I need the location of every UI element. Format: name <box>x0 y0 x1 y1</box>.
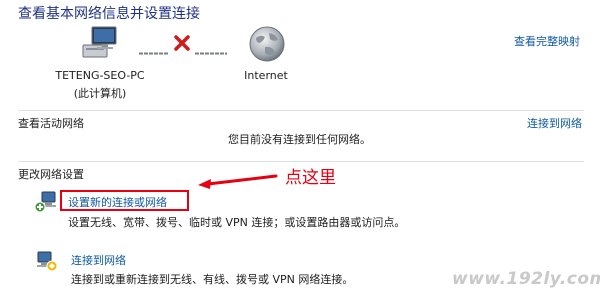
active-networks-status: 您目前没有连接到任何网络。 <box>228 133 371 146</box>
watermark: www.192ly.com <box>452 269 600 289</box>
new-connection-icon <box>34 189 58 213</box>
annotation-text: 点这里 <box>285 168 336 188</box>
setup-new-connection-description: 设置无线、宽带、拨号、临时或 VPN 连接；或设置路由器或访问点。 <box>68 216 406 229</box>
connect-network-description: 连接到或重新连接到无线、有线、拨号或 VPN 网络连接。 <box>71 273 354 286</box>
change-settings-label: 更改网络设置 <box>18 168 84 181</box>
annotation-arrow <box>196 172 278 190</box>
computer-name-label: TETENG-SEO-PC <box>55 69 145 82</box>
divider-top <box>18 110 584 111</box>
connection-line-right <box>195 41 227 55</box>
globe-icon <box>247 24 287 64</box>
computer-sub-label: (此计算机) <box>73 87 127 100</box>
setup-new-connection-link[interactable]: 设置新的连接或网络 <box>68 194 167 210</box>
active-networks-label: 查看活动网络 <box>18 117 84 130</box>
connect-network-icon <box>36 250 58 272</box>
internet-label: Internet <box>244 69 288 82</box>
page-title: 查看基本网络信息并设置连接 <box>18 6 200 22</box>
disconnect-x-icon <box>173 34 191 52</box>
divider-middle <box>18 161 584 162</box>
computer-icon <box>80 25 120 63</box>
connect-network-link[interactable]: 连接到网络 <box>71 252 126 268</box>
view-full-map-link[interactable]: 查看完整映射 <box>514 33 580 49</box>
connect-to-network-link[interactable]: 连接到网络 <box>527 115 582 131</box>
connection-line-left <box>139 41 169 55</box>
